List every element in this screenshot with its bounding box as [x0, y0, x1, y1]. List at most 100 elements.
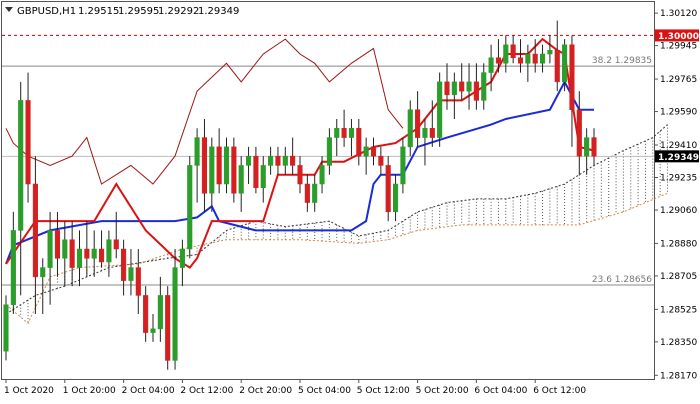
- bull-candle: [282, 155, 288, 166]
- price-tick-label: 1.28880: [660, 239, 697, 249]
- fib-236-label: 23.6 1.28656: [592, 275, 652, 285]
- time-tick-label: 1 Oct 20:00: [63, 386, 116, 396]
- bear-candle: [290, 155, 296, 166]
- ohlc-close: 1.29349: [198, 6, 239, 17]
- bull-candle: [223, 146, 230, 185]
- price-tick-label: 1.28350: [660, 338, 697, 348]
- bear-candle: [429, 128, 435, 138]
- bear-candle: [253, 155, 259, 188]
- bull-candle: [157, 295, 163, 330]
- fib-382-label: 38.2 1.29835: [592, 56, 652, 66]
- bear-candle: [415, 109, 421, 138]
- price-tick-label: 1.28525: [660, 305, 697, 315]
- bear-candle: [444, 81, 450, 96]
- bull-candle: [179, 248, 185, 268]
- price-tick-label: 1.29765: [660, 75, 697, 85]
- bear-candle: [591, 137, 597, 157]
- bear-candle: [510, 44, 516, 58]
- bull-candle: [400, 146, 406, 185]
- bull-candle: [260, 165, 266, 188]
- time-tick-label: 1 Oct 2020: [4, 386, 54, 396]
- bull-candle: [150, 328, 156, 333]
- bull-candle: [451, 81, 457, 96]
- bull-candle: [268, 155, 274, 166]
- bull-candle: [437, 81, 443, 138]
- bear-candle: [370, 146, 377, 157]
- bear-candle: [473, 81, 479, 101]
- bull-candle: [466, 81, 472, 92]
- time-axis: 1 Oct 2020 1 Oct 20:00 2 Oct 04:00 2 Oct 12…: [4, 379, 586, 396]
- bull-candle: [525, 53, 531, 64]
- ohlc-high: 1.29595: [118, 6, 159, 17]
- bear-candle: [495, 57, 501, 64]
- bull-candle: [488, 57, 494, 73]
- bear-candle: [378, 155, 384, 166]
- bear-candle: [32, 183, 38, 278]
- time-tick-label: 5 Oct 20:00: [416, 386, 469, 396]
- bull-candle: [187, 165, 193, 250]
- bear-candle: [25, 100, 31, 185]
- bear-candle: [113, 239, 119, 250]
- chart-canvas: 38.2 1.29835 23.6 1.28656 1.28170 1.28350 1…: [1, 1, 699, 396]
- bull-candle: [47, 230, 53, 268]
- time-tick-label: 6 Oct 04:00: [474, 386, 527, 396]
- bull-candle: [172, 267, 178, 361]
- bear-candle: [275, 155, 281, 166]
- price-tick-label: 1.29410: [660, 141, 697, 151]
- bear-candle: [231, 146, 237, 194]
- time-tick-label: 2 Oct 04:00: [122, 386, 175, 396]
- bear-candle: [459, 81, 465, 92]
- bull-candle: [334, 128, 340, 138]
- bear-candle: [54, 230, 61, 259]
- round-level-marker-label: 1.30000: [658, 32, 699, 42]
- bull-candle: [547, 50, 553, 55]
- bull-candle: [238, 165, 244, 194]
- time-tick-label: 5 Oct 04:00: [298, 386, 351, 396]
- price-tick-label: 1.29235: [660, 174, 697, 184]
- bull-candle: [481, 72, 487, 101]
- bull-candle: [422, 128, 428, 138]
- bear-candle: [304, 183, 310, 203]
- bull-candle: [584, 137, 590, 157]
- price-tick-label: 1.28170: [660, 371, 697, 381]
- ohlc-low: 1.29292: [158, 6, 199, 17]
- bear-candle: [576, 109, 582, 157]
- bear-candle: [143, 295, 149, 333]
- bull-candle: [209, 146, 215, 194]
- ohlc-open: 1.29515: [78, 6, 119, 17]
- bull-candle: [540, 53, 546, 64]
- bear-candle: [69, 239, 75, 268]
- price-tick-label: 1.30120: [660, 9, 697, 19]
- bull-candle: [76, 248, 83, 268]
- bull-candle: [91, 248, 97, 259]
- bull-candle: [18, 100, 24, 231]
- bear-candle: [84, 248, 90, 259]
- bull-candle: [363, 146, 369, 157]
- bull-candle: [246, 155, 252, 166]
- bear-candle: [216, 146, 222, 185]
- bear-candle: [356, 128, 362, 157]
- bear-candle: [135, 267, 141, 296]
- price-tick-label: 1.29060: [660, 206, 697, 216]
- price-axis: 1.28170 1.28350 1.28525 1.28705 1.28880 1.290…: [654, 9, 699, 381]
- symbol-label: GBPUSD,H1: [17, 6, 76, 17]
- bull-candle: [106, 239, 112, 263]
- bear-candle: [517, 57, 524, 64]
- bull-candle: [562, 44, 568, 83]
- bear-candle: [201, 137, 207, 194]
- price-tick-label: 1.29590: [660, 108, 697, 118]
- bear-candle: [554, 50, 560, 83]
- price-tick-label: 1.29945: [660, 42, 697, 52]
- bear-candle: [297, 165, 303, 185]
- bull-candle: [10, 230, 16, 305]
- time-tick-label: 6 Oct 12:00: [533, 386, 586, 396]
- bear-candle: [165, 295, 171, 361]
- bull-candle: [3, 304, 9, 352]
- bull-candle: [312, 183, 318, 203]
- chart-header: GBPUSD,H1 1.29515 1.29595 1.29292 1.2934…: [5, 6, 239, 17]
- bear-candle: [532, 53, 538, 64]
- bear-candle: [121, 248, 127, 281]
- bull-candle: [348, 128, 354, 138]
- current-price-marker-label: 1.29349: [658, 153, 699, 163]
- bull-candle: [393, 183, 399, 213]
